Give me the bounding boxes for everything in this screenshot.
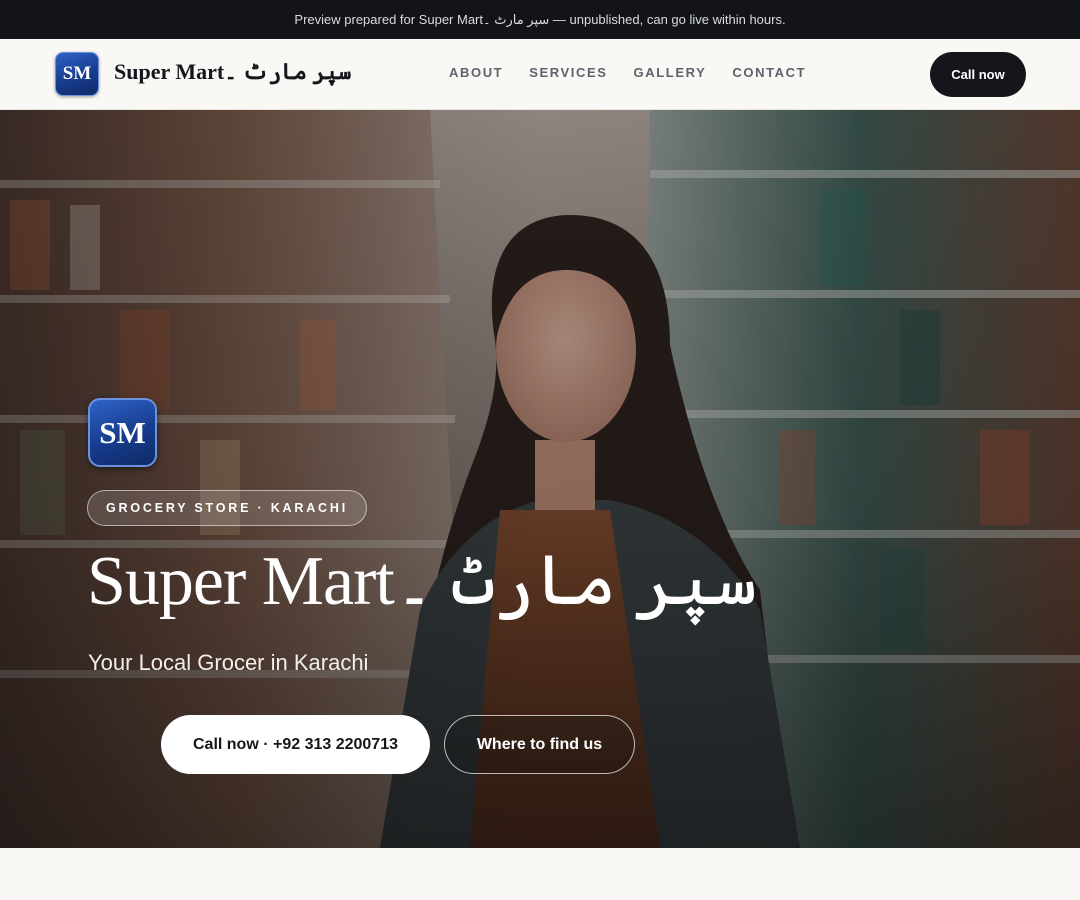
nav-link-services[interactable]: SERVICES	[529, 65, 607, 80]
logo-initials: SM	[62, 63, 92, 84]
hero-subtitle: Your Local Grocer in Karachi	[88, 650, 369, 675]
category-badge: GROCERY STORE · KARACHI	[87, 490, 367, 526]
brand-name[interactable]: Super Martسپر مارٹ ۔	[114, 59, 351, 85]
logo-badge[interactable]: SM	[55, 52, 99, 96]
call-now-button[interactable]: Call now	[930, 52, 1026, 97]
find-us-button[interactable]: Where to find us	[444, 715, 635, 774]
nav-link-contact[interactable]: CONTACT	[732, 65, 806, 80]
nav-link-about[interactable]: ABOUT	[449, 65, 503, 80]
main-nav: ABOUT SERVICES GALLERY CONTACT	[449, 65, 806, 80]
preview-banner: Preview prepared for Super Martسپر مارٹ …	[0, 0, 1080, 39]
hero-section: SM GROCERY STORE · KARACHI Super Martسپر…	[0, 110, 1080, 848]
call-phone-button[interactable]: Call now · +92 313 2200713	[161, 715, 430, 774]
hero-logo-initials: SM	[99, 414, 146, 450]
site-header: SM Super Martسپر مارٹ ۔ ABOUT SERVICES G…	[0, 39, 1080, 110]
preview-banner-text: Preview prepared for Super Martسپر مارٹ …	[294, 11, 786, 27]
hero-title: Super Martسپر مارٹ ۔	[87, 543, 758, 620]
hero-logo-badge: SM	[88, 398, 157, 467]
nav-link-gallery[interactable]: GALLERY	[634, 65, 707, 80]
